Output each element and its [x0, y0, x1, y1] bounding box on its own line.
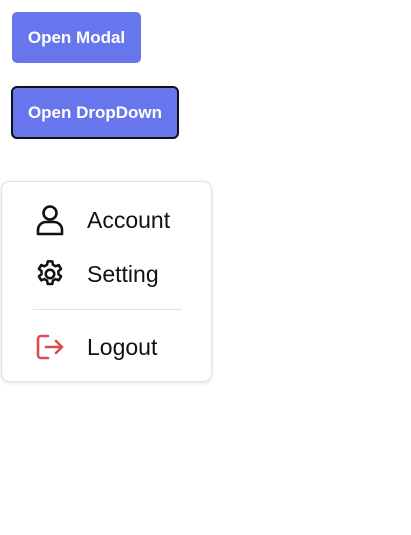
menu-item-setting-label: Setting — [87, 260, 159, 287]
page: Open Modal Open DropDown Account Setting — [0, 0, 411, 535]
open-modal-button[interactable]: Open Modal — [12, 12, 141, 63]
logout-icon — [33, 330, 67, 364]
menu-item-account-label: Account — [87, 206, 171, 233]
menu-item-logout[interactable]: Logout — [33, 327, 157, 367]
gear-icon — [33, 257, 67, 291]
menu-item-account[interactable]: Account — [33, 200, 170, 240]
menu-item-logout-label: Logout — [87, 333, 158, 360]
menu-divider — [33, 309, 182, 310]
open-dropdown-button[interactable]: Open DropDown — [11, 86, 179, 139]
user-icon — [33, 203, 67, 237]
menu-item-setting[interactable]: Setting — [33, 254, 159, 294]
dropdown-menu: Account Setting Logout — [1, 181, 212, 382]
